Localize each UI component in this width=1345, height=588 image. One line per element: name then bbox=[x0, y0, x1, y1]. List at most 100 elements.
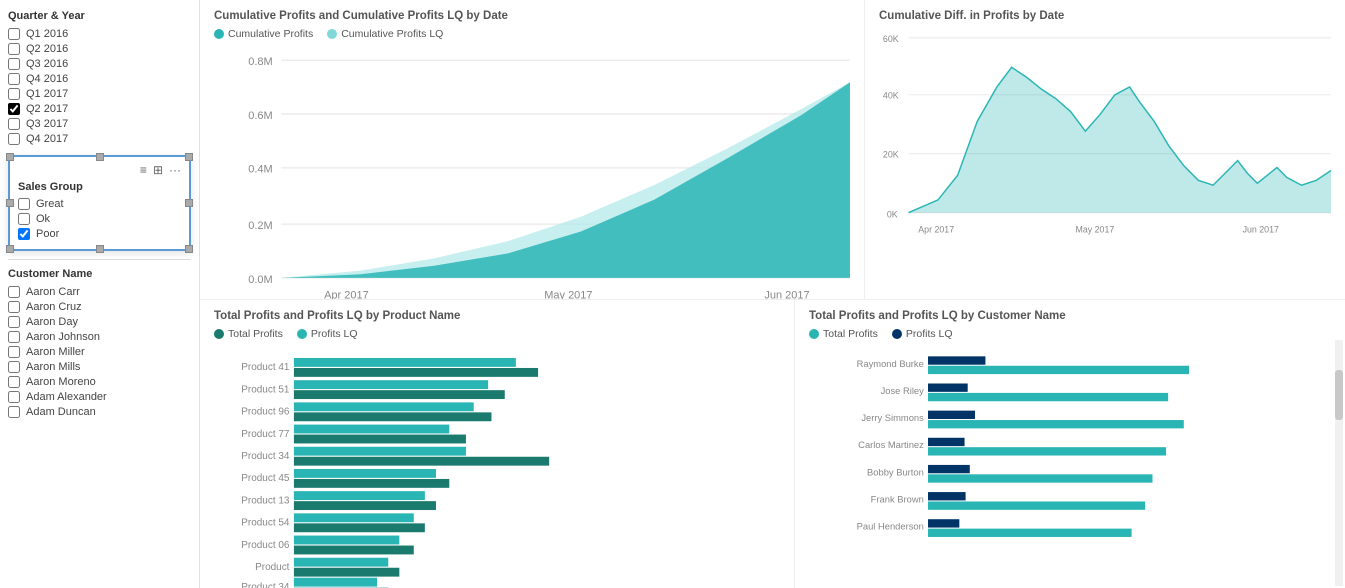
raymond-burke-label: Raymond Burke bbox=[857, 358, 924, 369]
sales-group-filter-box: ≡ ⊞ ··· Sales Group Great Ok Poor bbox=[8, 155, 191, 251]
scrollbar-thumb[interactable] bbox=[1335, 370, 1343, 420]
customer-total-dot bbox=[809, 329, 819, 339]
product-34-total-bar bbox=[294, 457, 549, 466]
customer-aaron-miller[interactable]: Aaron Miller bbox=[8, 346, 191, 358]
product-lq-bar bbox=[294, 558, 388, 567]
filter-menu-icon[interactable]: ≡ bbox=[140, 163, 147, 177]
legend-cumulative-lq: Cumulative Profits LQ bbox=[327, 28, 443, 40]
customer-adam-duncan[interactable]: Adam Duncan bbox=[8, 406, 191, 418]
product-13-lq-bar bbox=[294, 491, 425, 500]
resize-handle-mr[interactable] bbox=[185, 199, 193, 207]
customer-aaron-day[interactable]: Aaron Day bbox=[8, 316, 191, 328]
profits-area bbox=[281, 82, 850, 278]
x-axis-apr2017: Apr 2017 bbox=[324, 290, 369, 299]
product-34b-label: Product 34 bbox=[241, 582, 290, 588]
profits-lq-dot bbox=[297, 329, 307, 339]
customer-aaron-carr[interactable]: Aaron Carr bbox=[8, 286, 191, 298]
sales-group-poor[interactable]: Poor bbox=[18, 228, 181, 240]
quarter-q4-2016[interactable]: Q4 2016 bbox=[8, 73, 191, 85]
legend-customer-lq-label: Profits LQ bbox=[906, 328, 953, 340]
jerry-lq-bar bbox=[928, 411, 975, 419]
filter-grid-icon[interactable]: ⊞ bbox=[153, 163, 163, 177]
quarter-q1-2017[interactable]: Q1 2017 bbox=[8, 88, 191, 100]
x-axis-may2017: May 2017 bbox=[544, 290, 592, 299]
customer-aaron-mills[interactable]: Aaron Mills bbox=[8, 361, 191, 373]
product-label: Product bbox=[255, 562, 290, 573]
legend-cumulative-profits-label: Cumulative Profits bbox=[228, 28, 313, 40]
quarter-filter-section: Quarter & Year Q1 2016 Q2 2016 Q3 2016 Q… bbox=[8, 10, 191, 145]
resize-handle-tl[interactable] bbox=[6, 153, 14, 161]
customer-aaron-johnson[interactable]: Aaron Johnson bbox=[8, 331, 191, 343]
frank-lq-bar bbox=[928, 492, 966, 500]
quarter-q3-2016[interactable]: Q3 2016 bbox=[8, 58, 191, 70]
cumulative-lq-dot bbox=[327, 29, 337, 39]
customer-filter-section: Customer Name Aaron Carr Aaron Cruz Aaro… bbox=[8, 268, 191, 418]
y-60k: 60K bbox=[883, 34, 899, 44]
y-20k: 20K bbox=[883, 150, 899, 160]
x-axis-jun2017-r: Jun 2017 bbox=[1243, 224, 1279, 234]
quarter-q1-2016[interactable]: Q1 2016 bbox=[8, 28, 191, 40]
quarter-filter-title: Quarter & Year bbox=[8, 10, 191, 22]
carlos-total-bar bbox=[928, 447, 1166, 455]
resize-handle-bm[interactable] bbox=[96, 245, 104, 253]
quarter-q2-2016[interactable]: Q2 2016 bbox=[8, 43, 191, 55]
product-77-lq-bar bbox=[294, 425, 449, 434]
resize-handle-br[interactable] bbox=[185, 245, 193, 253]
product-41-lq-bar bbox=[294, 358, 516, 367]
filter-more-icon[interactable]: ··· bbox=[169, 163, 181, 177]
quarter-q2-2017[interactable]: Q2 2017 bbox=[8, 103, 191, 115]
legend-customer-lq: Profits LQ bbox=[892, 328, 953, 340]
product-bar-chart: Total Profits and Profits LQ by Product … bbox=[200, 300, 795, 588]
product-54-total-bar bbox=[294, 523, 425, 532]
jerry-simmons-label: Jerry Simmons bbox=[861, 412, 924, 423]
scrollbar-track[interactable] bbox=[1335, 340, 1343, 586]
customer-legend: Total Profits Profits LQ bbox=[809, 328, 1331, 340]
product-54-lq-bar bbox=[294, 513, 414, 522]
y-axis-06m: 0.6M bbox=[248, 110, 272, 122]
sales-group-great[interactable]: Great bbox=[18, 198, 181, 210]
left-panel: Quarter & Year Q1 2016 Q2 2016 Q3 2016 Q… bbox=[0, 0, 200, 588]
cumulative-profits-title: Cumulative Profits and Cumulative Profit… bbox=[214, 10, 850, 22]
legend-total-profits: Total Profits bbox=[214, 328, 283, 340]
product-45-lq-bar bbox=[294, 469, 436, 478]
y-axis-00m: 0.0M bbox=[248, 274, 272, 286]
divider bbox=[8, 259, 191, 260]
y-axis-08m: 0.8M bbox=[248, 56, 272, 68]
sales-group-ok[interactable]: Ok bbox=[18, 213, 181, 225]
resize-handle-bl[interactable] bbox=[6, 245, 14, 253]
paul-lq-bar bbox=[928, 519, 959, 527]
product-77-label: Product 77 bbox=[241, 429, 290, 440]
resize-handle-ml[interactable] bbox=[6, 199, 14, 207]
customer-filter-title: Customer Name bbox=[8, 268, 191, 280]
quarter-q3-2017[interactable]: Q3 2017 bbox=[8, 118, 191, 130]
product-06-lq-bar bbox=[294, 536, 399, 545]
jose-total-bar bbox=[928, 393, 1168, 401]
resize-handle-tr[interactable] bbox=[185, 153, 193, 161]
legend-customer-total-label: Total Profits bbox=[823, 328, 878, 340]
product-06-label: Product 06 bbox=[241, 540, 290, 551]
top-charts-row: Cumulative Profits and Cumulative Profit… bbox=[200, 0, 1345, 300]
y-0k: 0K bbox=[887, 210, 898, 220]
main-content: Cumulative Profits and Cumulative Profit… bbox=[200, 0, 1345, 588]
product-13-total-bar bbox=[294, 501, 436, 510]
paul-total-bar bbox=[928, 529, 1132, 537]
carlos-lq-bar bbox=[928, 438, 965, 446]
product-45-total-bar bbox=[294, 479, 449, 488]
legend-cumulative-lq-label: Cumulative Profits LQ bbox=[341, 28, 443, 40]
customer-aaron-moreno[interactable]: Aaron Moreno bbox=[8, 376, 191, 388]
product-legend: Total Profits Profits LQ bbox=[214, 328, 780, 340]
product-41-label: Product 41 bbox=[241, 362, 290, 373]
product-34-label: Product 34 bbox=[241, 451, 290, 462]
quarter-q4-2017[interactable]: Q4 2017 bbox=[8, 133, 191, 145]
resize-handle-tm[interactable] bbox=[96, 153, 104, 161]
jose-riley-label: Jose Riley bbox=[881, 385, 925, 396]
cumulative-diff-svg: 60K 40K 20K 0K Apr 2017 May 2017 Jun 201… bbox=[879, 28, 1331, 254]
customer-adam-alexander[interactable]: Adam Alexander bbox=[8, 391, 191, 403]
bobby-lq-bar bbox=[928, 465, 970, 473]
y-40k: 40K bbox=[883, 91, 899, 101]
legend-profits-lq-label: Profits LQ bbox=[311, 328, 358, 340]
customer-aaron-cruz[interactable]: Aaron Cruz bbox=[8, 301, 191, 313]
product-total-bar bbox=[294, 568, 399, 577]
product-96-total-bar bbox=[294, 412, 492, 421]
bottom-charts-row: Total Profits and Profits LQ by Product … bbox=[200, 300, 1345, 588]
